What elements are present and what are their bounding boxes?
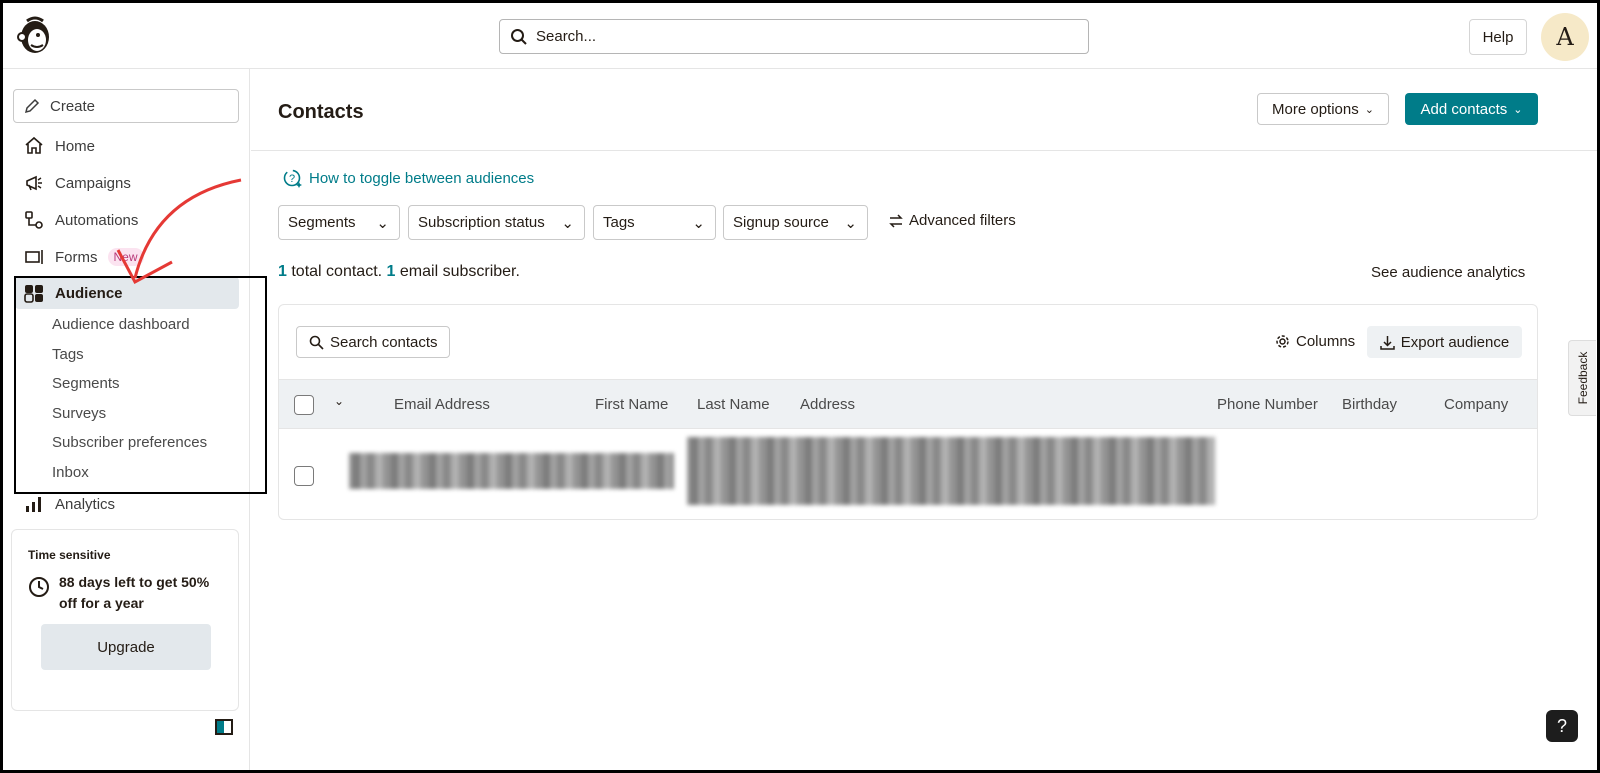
sidebar-item-label: Analytics (55, 495, 116, 513)
search-contacts-button[interactable]: Search contacts (296, 326, 450, 358)
column-header-phone[interactable]: Phone Number (1217, 396, 1318, 413)
columns-button[interactable]: Columns (1275, 333, 1355, 350)
column-header-birthday[interactable]: Birthday (1342, 396, 1397, 413)
contact-totals: 1 total contact. 1 email subscriber. (278, 263, 520, 281)
form-icon (23, 246, 45, 268)
chevron-down-icon: ⌄ (561, 214, 574, 232)
filter-subscription-status[interactable]: Subscription status ⌄ (408, 205, 585, 240)
promo-card: Time sensitive 88 days left to get 50% o… (11, 529, 239, 711)
sidebar-item-analytics[interactable]: Analytics (15, 493, 239, 515)
promo-label: Time sensitive (28, 548, 111, 562)
redacted-address (687, 437, 1215, 505)
row-checkbox[interactable] (294, 466, 314, 486)
bar-chart-icon (23, 493, 45, 515)
export-audience-button[interactable]: Export audience (1367, 326, 1522, 358)
create-button[interactable]: Create (13, 89, 239, 123)
howto-link[interactable]: ? How to toggle between audiences (283, 168, 534, 188)
table-header: ⌄ Email Address First Name Last Name Add… (279, 379, 1537, 429)
feedback-tab[interactable]: Feedback (1568, 340, 1596, 416)
help-sparkle-icon: ? (283, 169, 302, 188)
sidebar-item-label: Home (55, 137, 96, 155)
collapse-sidebar-icon[interactable] (215, 719, 233, 735)
filter-label: Subscription status (418, 214, 545, 231)
chevron-down-icon: ⌄ (1513, 103, 1523, 116)
automation-icon (23, 209, 45, 231)
chevron-down-icon: ⌄ (1364, 103, 1374, 116)
add-contacts-button[interactable]: Add contacts ⌄ (1405, 93, 1538, 125)
column-header-address[interactable]: Address (800, 396, 855, 413)
filter-tags[interactable]: Tags ⌄ (593, 205, 716, 240)
chevron-down-icon[interactable]: ⌄ (334, 394, 344, 408)
redacted-email (349, 453, 674, 489)
column-header-email[interactable]: Email Address (394, 396, 490, 413)
megaphone-icon (23, 172, 45, 194)
feedback-label: Feedback (1575, 351, 1590, 405)
help-fab-button[interactable]: ? (1546, 710, 1578, 742)
divider (251, 150, 1597, 151)
column-header-first-name[interactable]: First Name (595, 396, 668, 413)
pencil-icon (24, 98, 40, 114)
select-all-checkbox[interactable] (294, 395, 314, 415)
annotation-highlight-box (14, 276, 267, 494)
add-contacts-label: Add contacts (1420, 100, 1508, 118)
more-options-label: More options (1272, 100, 1359, 118)
advanced-filters-label: Advanced filters (909, 212, 1016, 229)
search-placeholder: Search... (536, 28, 597, 45)
table-row[interactable] (279, 429, 1537, 519)
chevron-down-icon: ⌄ (376, 214, 389, 232)
mailchimp-logo-icon[interactable] (13, 13, 57, 57)
chevron-down-icon: ⌄ (692, 214, 705, 232)
sidebar-item-label: Forms (55, 248, 98, 266)
subscriber-count: 1 (386, 263, 396, 280)
help-button[interactable]: Help (1469, 19, 1527, 55)
global-search-input[interactable]: Search... (499, 19, 1089, 54)
total-text: total contact. (291, 263, 383, 280)
howto-link-label: How to toggle between audiences (309, 169, 535, 187)
annotation-arrow-icon (116, 178, 242, 285)
home-icon (23, 135, 45, 157)
filter-segments[interactable]: Segments ⌄ (278, 205, 400, 240)
search-icon (511, 28, 527, 45)
swap-arrows-icon (889, 213, 903, 228)
filter-label: Signup source (733, 214, 829, 231)
main-content: Contacts More options ⌄ Add contacts ⌄ ?… (251, 69, 1597, 770)
total-count: 1 (278, 263, 287, 280)
filter-label: Segments (288, 214, 356, 231)
column-header-last-name[interactable]: Last Name (697, 396, 770, 413)
create-label: Create (50, 97, 96, 115)
advanced-filters-button[interactable]: Advanced filters (889, 212, 1016, 229)
search-icon (309, 335, 324, 350)
sidebar-item-home[interactable]: Home (15, 130, 239, 162)
export-audience-label: Export audience (1400, 333, 1510, 351)
top-bar: Search... Help A (3, 3, 1597, 69)
promo-text: 88 days left to get 50% off for a year (59, 574, 210, 611)
contacts-table-card: Search contacts Columns Export audience … (278, 304, 1538, 520)
download-icon (1380, 335, 1395, 350)
columns-label: Columns (1296, 333, 1356, 350)
search-contacts-label: Search contacts (330, 333, 438, 351)
audience-analytics-link[interactable]: See audience analytics (1371, 264, 1525, 281)
page-title: Contacts (278, 101, 364, 123)
subscriber-text: email subscriber. (399, 263, 520, 280)
more-options-button[interactable]: More options ⌄ (1257, 93, 1389, 125)
filter-signup-source[interactable]: Signup source ⌄ (723, 205, 868, 240)
clock-icon (28, 576, 50, 603)
svg-text:?: ? (289, 173, 295, 185)
gear-icon (1276, 335, 1289, 348)
upgrade-button[interactable]: Upgrade (41, 624, 211, 670)
avatar[interactable]: A (1541, 13, 1589, 61)
column-header-company[interactable]: Company (1444, 396, 1508, 413)
chevron-down-icon: ⌄ (844, 214, 857, 232)
filter-label: Tags (603, 214, 635, 231)
